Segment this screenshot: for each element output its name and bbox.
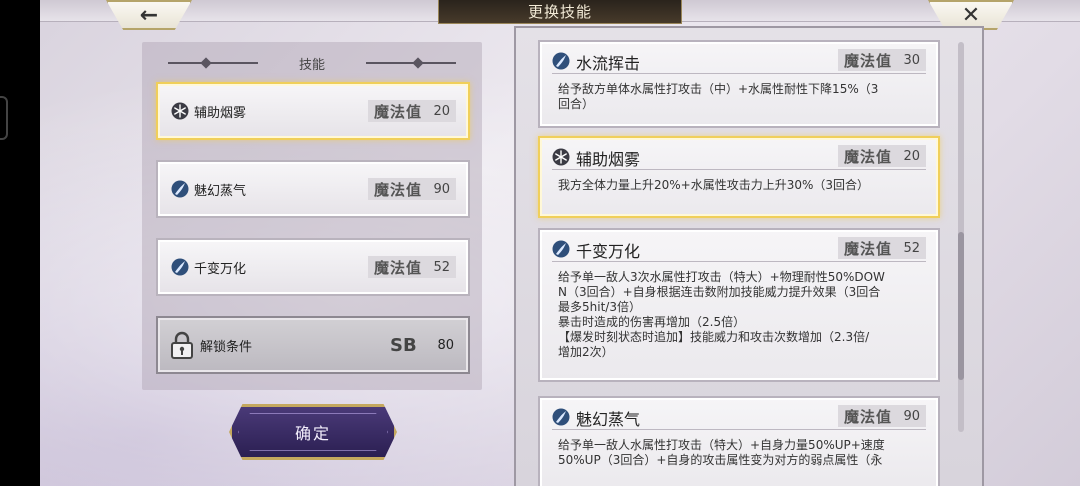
equipped-slot-2[interactable]: 魅幻蒸气 魔法值 90 bbox=[156, 160, 470, 218]
mp-label: 魔法值 bbox=[374, 180, 423, 199]
mp-value: 90 bbox=[433, 181, 450, 197]
mp-cost: 魔法值 30 bbox=[838, 49, 926, 71]
skill-description: 给予单一敌人水属性打攻击（特大）+自身力量50%UP+速度 50%UP（3回合）… bbox=[558, 438, 885, 467]
screen-notch-handle bbox=[0, 96, 8, 140]
skill-card[interactable]: 千变万化 魔法值 52 给予单一敌人3次水属性打攻击（特大）+物理耐性50%DO… bbox=[538, 228, 940, 382]
close-icon: ✕ bbox=[961, 2, 981, 28]
back-button[interactable]: ← bbox=[106, 0, 192, 30]
skills-heading: 技能 bbox=[298, 57, 325, 73]
skill-name: 千变万化 bbox=[576, 242, 641, 261]
mp-value: 90 bbox=[903, 408, 920, 424]
mp-label: 魔法值 bbox=[844, 239, 893, 258]
snowflake-icon bbox=[552, 148, 570, 166]
confirm-button[interactable]: 确定 bbox=[229, 404, 397, 460]
mp-label: 魔法值 bbox=[374, 102, 423, 121]
mp-cost: 魔法值 20 bbox=[368, 100, 456, 122]
mp-value: 52 bbox=[433, 259, 450, 275]
skill-card-header: 水流挥击 魔法值 30 bbox=[552, 48, 926, 74]
game-screen: ← 更换技能 ✕ 技能 辅助烟雾 魔法值 20 魅幻蒸气 魔法值 90 千变万化… bbox=[40, 0, 1080, 486]
sb-badge-icon: SB bbox=[390, 334, 417, 356]
slot-skill-name: 千变万化 bbox=[194, 261, 247, 277]
skill-name: 辅助烟雾 bbox=[576, 150, 641, 169]
page-title: 更换技能 bbox=[438, 0, 682, 24]
water-icon bbox=[552, 52, 570, 70]
skill-card-header: 千变万化 魔法值 52 bbox=[552, 236, 926, 262]
lock-icon bbox=[170, 331, 194, 359]
skill-description: 给予单一敌人3次水属性打攻击（特大）+物理耐性50%DOW N（3回合）+自身根… bbox=[558, 270, 885, 359]
skill-name: 魅幻蒸气 bbox=[576, 410, 641, 429]
mp-cost: 魔法值 90 bbox=[368, 178, 456, 200]
unlock-condition-value: 80 bbox=[437, 337, 454, 353]
equipped-slot-1[interactable]: 辅助烟雾 魔法值 20 bbox=[156, 82, 470, 140]
water-icon bbox=[552, 408, 570, 426]
slot-skill-name: 魅幻蒸气 bbox=[194, 183, 247, 199]
skill-card-header: 魅幻蒸气 魔法值 90 bbox=[552, 404, 926, 430]
mp-value: 20 bbox=[433, 103, 450, 119]
water-icon bbox=[170, 257, 190, 277]
skill-description: 给予敌方单体水属性打攻击（中）+水属性耐性下降15%（3 回合） bbox=[558, 82, 879, 111]
skill-card[interactable]: 魅幻蒸气 魔法值 90 给予单一敌人水属性打攻击（特大）+自身力量50%UP+速… bbox=[538, 396, 940, 486]
mp-cost: 魔法值 90 bbox=[838, 405, 926, 427]
mp-value: 52 bbox=[903, 240, 920, 256]
skill-name: 水流挥击 bbox=[576, 54, 641, 73]
skill-card-header: 辅助烟雾 魔法值 20 bbox=[552, 144, 926, 170]
mp-value: 30 bbox=[903, 52, 920, 68]
mp-cost: 魔法值 20 bbox=[838, 145, 926, 167]
mp-label: 魔法值 bbox=[844, 51, 893, 70]
mp-value: 20 bbox=[903, 148, 920, 164]
confirm-label: 确定 bbox=[294, 424, 331, 443]
mp-label: 魔法值 bbox=[374, 258, 423, 277]
mp-label: 魔法值 bbox=[844, 147, 893, 166]
snowflake-icon bbox=[170, 101, 190, 121]
skill-card-selected[interactable]: 辅助烟雾 魔法值 20 我方全体力量上升20%+水属性攻击力上升30%（3回合） bbox=[538, 136, 940, 218]
locked-slot[interactable]: 解锁条件 SB 80 bbox=[156, 316, 470, 374]
mp-cost: 魔法值 52 bbox=[838, 237, 926, 259]
water-icon bbox=[170, 179, 190, 199]
equipped-skills-panel: 技能 辅助烟雾 魔法值 20 魅幻蒸气 魔法值 90 千变万化 魔法值 52 解… bbox=[142, 42, 482, 390]
skill-card[interactable]: 水流挥击 魔法值 30 给予敌方单体水属性打攻击（中）+水属性耐性下降15%（3… bbox=[538, 40, 940, 128]
mp-label: 魔法值 bbox=[844, 407, 893, 426]
water-icon bbox=[552, 240, 570, 258]
skill-description: 我方全体力量上升20%+水属性攻击力上升30%（3回合） bbox=[558, 178, 870, 192]
mp-cost: 魔法值 52 bbox=[368, 256, 456, 278]
page-title-text: 更换技能 bbox=[527, 3, 592, 21]
equipped-slot-3[interactable]: 千变万化 魔法值 52 bbox=[156, 238, 470, 296]
unlock-condition-label: 解锁条件 bbox=[200, 339, 253, 355]
scrollbar-thumb[interactable] bbox=[958, 232, 964, 380]
slot-skill-name: 辅助烟雾 bbox=[194, 105, 247, 121]
back-arrow-icon: ← bbox=[139, 2, 159, 28]
